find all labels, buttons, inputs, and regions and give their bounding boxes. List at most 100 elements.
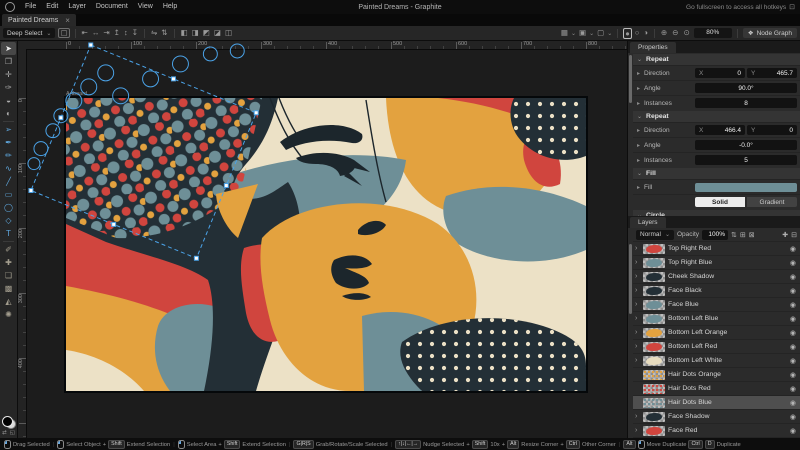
layer-row[interactable]: › Top Right Red ◉ (633, 241, 800, 255)
reset-colors-icon[interactable]: ◱ (10, 430, 15, 436)
tab-close-icon[interactable]: × (65, 16, 70, 25)
freehand-tool[interactable]: ✏ (1, 149, 16, 162)
visibility-eye-icon[interactable]: ◉ (790, 357, 796, 365)
artboard-tool[interactable]: ❐ (1, 55, 16, 68)
view-mode-solid-icon[interactable]: ● (623, 28, 632, 39)
patch-tool[interactable]: ▩ (1, 282, 16, 295)
boolean-intersect-icon[interactable]: ◪ (213, 28, 222, 38)
align-left-icon[interactable]: ⇤ (81, 28, 89, 38)
tab-properties[interactable]: Properties (630, 42, 676, 53)
lock-icon[interactable]: ⊠ (749, 231, 755, 239)
reorder-layer-icon[interactable]: ⇅ (731, 231, 737, 239)
clone-tool[interactable]: ❏ (1, 269, 16, 282)
relight-tool[interactable]: ✺ (1, 308, 16, 321)
chevron-right-icon[interactable]: › (635, 343, 640, 350)
section-repeat-2[interactable]: ⌄ Repeat (633, 111, 800, 122)
navigate-tool[interactable]: ✛ (1, 68, 16, 81)
grid-options-icon[interactable]: ▣ (578, 28, 587, 38)
layers-scrollbar[interactable] (629, 244, 632, 314)
artboard-canvas[interactable] (66, 98, 586, 391)
menu-layer[interactable]: Layer (63, 0, 91, 14)
primary-color-swatch[interactable] (2, 416, 13, 427)
chevron-down-icon[interactable]: ⌄ (571, 30, 576, 37)
layer-row[interactable]: › Bottom Left Orange ◉ (633, 325, 800, 339)
line-tool[interactable]: ╱ (1, 175, 16, 188)
chevron-right-icon[interactable]: › (635, 427, 640, 434)
layer-row[interactable]: › Bottom Left Red ◉ (633, 339, 800, 353)
spline-tool[interactable]: ∿ (1, 162, 16, 175)
overlays-options-icon[interactable]: ▢ (596, 28, 605, 38)
direction-x-field[interactable]: X 466.4 (695, 125, 745, 135)
layer-row[interactable]: Hair Dots Red ◉ (633, 381, 800, 395)
view-mode-outline-icon[interactable]: ○ (634, 28, 641, 38)
boolean-union-icon[interactable]: ◧ (180, 28, 189, 38)
menu-view[interactable]: View (133, 0, 158, 14)
instances-field[interactable]: 8 (695, 98, 797, 108)
zoom-out-icon[interactable]: ⊖ (671, 28, 679, 38)
selection-mode-dropdown[interactable]: Deep Select ⌄ (3, 28, 55, 38)
boolean-subtract-back-icon[interactable]: ◩ (202, 28, 211, 38)
expand-icon[interactable]: ▸ (637, 85, 641, 92)
opacity-field[interactable]: 100% (702, 230, 728, 240)
solid-button[interactable]: Solid (695, 197, 745, 207)
tab-painted-dreams[interactable]: Painted Dreams × (2, 14, 76, 26)
layer-row[interactable]: › Bottom Left Blue ◉ (633, 311, 800, 325)
rectangle-tool[interactable]: ▭ (1, 188, 16, 201)
visibility-eye-icon[interactable]: ◉ (790, 245, 796, 253)
layer-row[interactable]: › Cheek Shadow ◉ (633, 269, 800, 283)
align-bottom-icon[interactable]: ↧ (131, 28, 139, 38)
heal-tool[interactable]: ✚ (1, 256, 16, 269)
flip-vertical-icon[interactable]: ⇅ (160, 28, 168, 38)
chevron-right-icon[interactable]: › (635, 245, 640, 252)
layer-row[interactable]: › Top Right Blue ◉ (633, 255, 800, 269)
visibility-eye-icon[interactable]: ◉ (790, 399, 796, 407)
visibility-eye-icon[interactable]: ◉ (790, 259, 796, 267)
layer-row-selected[interactable]: Hair Dots Blue ◉ (633, 395, 800, 409)
expand-icon[interactable]: ▸ (637, 157, 641, 164)
brush-tool[interactable]: ✐ (1, 243, 16, 256)
instances-field[interactable]: 5 (695, 155, 797, 165)
tab-layers[interactable]: Layers (630, 217, 666, 228)
visibility-eye-icon[interactable]: ◉ (790, 385, 796, 393)
section-fill[interactable]: ⌄ Fill (633, 168, 800, 179)
flip-horizontal-icon[interactable]: ⇋ (150, 28, 158, 38)
artboard-label[interactable]: Artboard (66, 91, 87, 97)
align-right-icon[interactable]: ⇥ (102, 28, 110, 38)
new-folder-icon[interactable]: ⊞ (740, 231, 746, 239)
visibility-eye-icon[interactable]: ◉ (790, 329, 796, 337)
polygon-tool[interactable]: ◇ (1, 214, 16, 227)
menu-help[interactable]: Help (158, 0, 182, 14)
detail-tool[interactable]: ◭ (1, 295, 16, 308)
swap-colors-icon[interactable]: ⇄ (2, 430, 7, 436)
angle-field[interactable]: -0.0° (695, 140, 797, 150)
visibility-eye-icon[interactable]: ◉ (790, 343, 796, 351)
chevron-right-icon[interactable]: › (635, 287, 640, 294)
select-tool[interactable]: ➤ (1, 42, 16, 55)
expand-icon[interactable]: ▸ (637, 100, 641, 107)
chevron-right-icon[interactable]: › (635, 413, 640, 420)
overlay-toggle-icon[interactable]: ▢ (58, 28, 69, 38)
direction-y-field[interactable]: Y 465.7 (747, 68, 797, 78)
chevron-right-icon[interactable]: › (635, 329, 640, 336)
visibility-eye-icon[interactable]: ◉ (790, 301, 796, 309)
visibility-eye-icon[interactable]: ◉ (790, 371, 796, 379)
layer-row[interactable]: › Bottom Left White ◉ (633, 353, 800, 367)
expand-icon[interactable]: ▸ (637, 142, 641, 149)
direction-x-field[interactable]: X 0 (695, 68, 745, 78)
fill-color-swatch[interactable] (695, 183, 797, 192)
visibility-eye-icon[interactable]: ◉ (790, 273, 796, 281)
node-graph-button[interactable]: ❖ Node Graph (743, 28, 797, 38)
align-center-h-icon[interactable]: ↔ (91, 28, 101, 38)
snapping-options-icon[interactable]: ▦ (560, 28, 569, 38)
layer-row[interactable]: › Face Blue ◉ (633, 297, 800, 311)
expand-icon[interactable]: ▸ (637, 184, 641, 191)
properties-scrollbar[interactable] (629, 55, 632, 103)
layer-row[interactable]: › Face Shadow ◉ (633, 409, 800, 423)
gradient-tool[interactable]: ◐ (1, 107, 16, 120)
expand-icon[interactable]: ▸ (637, 70, 641, 77)
layer-row[interactable]: › Face Red ◉ (633, 423, 800, 437)
visibility-eye-icon[interactable]: ◉ (790, 287, 796, 295)
eyedropper-tool[interactable]: ✑ (1, 81, 16, 94)
text-tool[interactable]: T (1, 227, 16, 240)
delete-layer-icon[interactable]: ⊟ (791, 231, 797, 239)
